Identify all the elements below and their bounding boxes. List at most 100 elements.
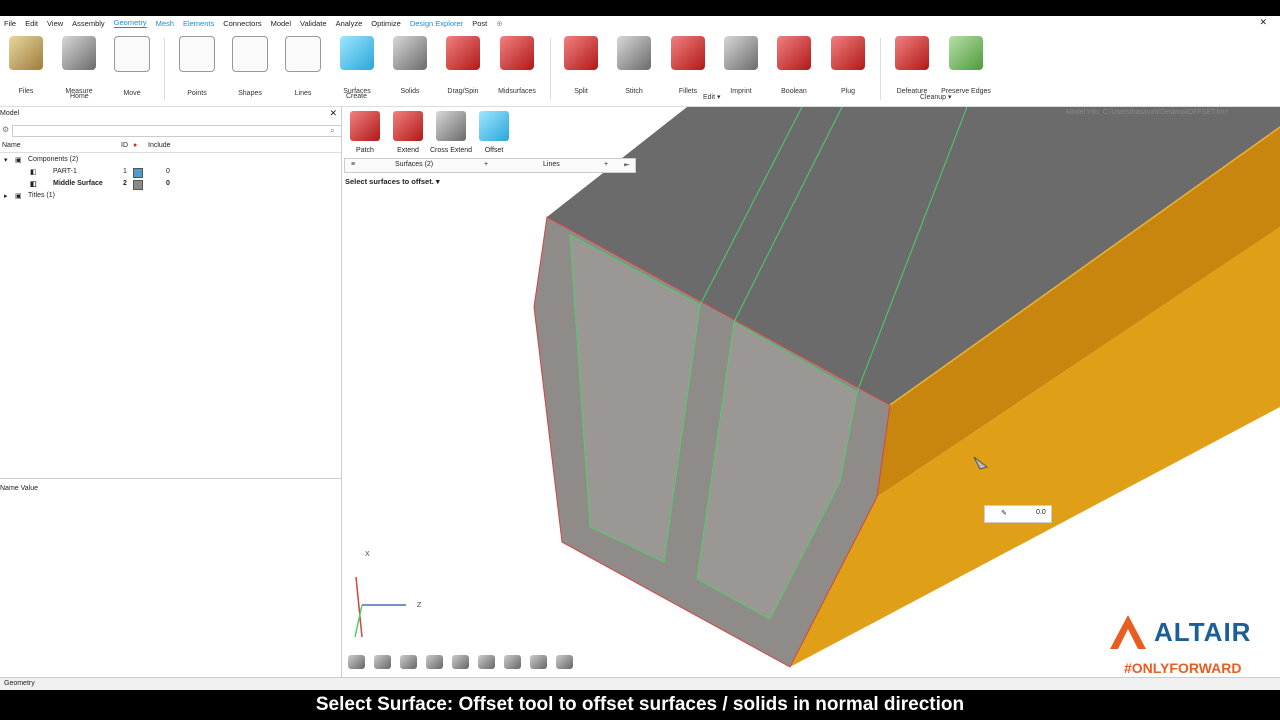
plug-tool[interactable]: Plug	[822, 36, 874, 96]
drag-spin-tool[interactable]: Drag/Spin	[437, 36, 489, 96]
view-tool-icon[interactable]	[478, 655, 495, 669]
reset-icon[interactable]: ⇤	[624, 161, 630, 169]
tree-id: 2	[123, 180, 127, 187]
color-swatch[interactable]	[133, 168, 143, 178]
search-icon[interactable]: ⌕	[330, 126, 334, 136]
color-swatch[interactable]	[133, 180, 143, 190]
tree-row-titles[interactable]: ▸ ▣ Titles (1)	[0, 190, 341, 202]
view-tool-icon[interactable]	[556, 655, 573, 669]
edit-group-label[interactable]: Edit ▾	[703, 93, 721, 101]
color-column-icon: ●	[133, 142, 138, 149]
extend-tool[interactable]: Extend	[386, 111, 430, 154]
altair-logo: ALTAIR #ONLYFORWARD	[1090, 601, 1280, 677]
model-browser-title: Model	[0, 110, 20, 117]
files-icon	[9, 36, 43, 70]
menu-post[interactable]: Post	[472, 19, 487, 28]
include-column-header[interactable]: Include	[148, 142, 171, 149]
move-tool[interactable]: Move	[106, 36, 158, 98]
patch-tool[interactable]: Patch	[343, 111, 387, 154]
surfaces-tool[interactable]: Surfaces	[331, 36, 383, 96]
menu-connectors[interactable]: Connectors	[223, 19, 261, 28]
imprint-icon	[724, 36, 758, 70]
cleanup-group-label[interactable]: Cleanup ▾	[920, 93, 952, 101]
view-tool-icon[interactable]	[426, 655, 443, 669]
expand-icon[interactable]: ▸	[4, 192, 8, 200]
tree-id: 1	[123, 168, 127, 175]
title-bar	[0, 0, 1280, 16]
view-tool-icon[interactable]	[452, 655, 469, 669]
menu-optimize[interactable]: Optimize	[371, 19, 401, 28]
edit-icon: ✎	[1001, 510, 1007, 517]
lines-selector[interactable]: Lines	[543, 161, 560, 168]
menu-elements[interactable]: Elements	[183, 19, 214, 28]
solids-tool[interactable]: Solids	[384, 36, 436, 96]
menu-edit[interactable]: Edit	[25, 19, 38, 28]
column-header: Name ID ● Include	[0, 141, 341, 153]
points-tool[interactable]: Points	[171, 36, 223, 98]
window-close-icon[interactable]: ✕	[1259, 17, 1267, 28]
boolean-tool[interactable]: Boolean	[768, 36, 820, 96]
view-tool-icon[interactable]	[504, 655, 521, 669]
stitch-tool[interactable]: Stitch	[608, 36, 660, 96]
folder-icon: ▣	[15, 157, 22, 164]
menu-geometry[interactable]: Geometry	[113, 18, 147, 28]
view-tool-icon[interactable]	[400, 655, 417, 669]
midsurfaces-tool[interactable]: Midsurfaces	[491, 36, 543, 96]
surfaces-selector[interactable]: Surfaces (2)	[395, 161, 433, 168]
menu-bar: File Edit View Assembly Geometry Mesh El…	[0, 16, 1280, 30]
id-column-header[interactable]: ID	[121, 142, 128, 149]
tree-row-components[interactable]: ▾ ▣ Components (2)	[0, 154, 341, 166]
menu-file[interactable]: File	[4, 19, 16, 28]
imprint-tool[interactable]: Imprint	[715, 36, 767, 96]
menu-validate[interactable]: Validate	[300, 19, 327, 28]
ribbon: Files Measure Move Home Points Shapes Li…	[0, 30, 1280, 107]
tree-row-part-1[interactable]: ◧ PART-1 1 0	[0, 166, 341, 178]
filter-icon[interactable]: ⚙	[2, 125, 9, 134]
expand-icon[interactable]: ▾	[4, 156, 8, 164]
x-axis-label: X	[365, 551, 370, 558]
menu-analyze[interactable]: Analyze	[336, 19, 363, 28]
defeature-icon	[895, 36, 929, 70]
plug-icon	[831, 36, 865, 70]
offset-tool[interactable]: Offset	[472, 111, 516, 154]
files-tool[interactable]: Files	[0, 36, 52, 96]
component-icon: ◧	[30, 169, 37, 176]
name-column-header[interactable]: Name	[2, 142, 21, 149]
property-view: Name Value	[0, 478, 341, 669]
divider	[880, 38, 881, 100]
menu-assembly[interactable]: Assembly	[72, 19, 105, 28]
add-icon[interactable]: +	[604, 161, 608, 168]
defeature-tool[interactable]: Defeature	[886, 36, 938, 96]
menu-icon[interactable]: ≡	[351, 161, 355, 168]
model-browser: Model ✕ ⚙ ⌕ Name ID ● Include ▾ ▣ Compon…	[0, 107, 342, 677]
view-tool-icon[interactable]	[348, 655, 365, 669]
view-tool-icon[interactable]	[374, 655, 391, 669]
offset-value-box[interactable]: ✎ 0.0	[984, 505, 1052, 523]
cross-extend-tool[interactable]: Cross Extend	[429, 111, 473, 154]
split-tool[interactable]: Split	[555, 36, 607, 96]
shapes-tool[interactable]: Shapes	[224, 36, 276, 98]
add-icon[interactable]: +	[484, 161, 488, 168]
add-tab-icon[interactable]: ⊕	[496, 19, 502, 28]
midsurfaces-icon	[500, 36, 534, 70]
create-group-label: Create	[346, 93, 368, 100]
close-icon[interactable]: ✕	[329, 108, 337, 119]
lines-tool[interactable]: Lines	[277, 36, 329, 98]
preserve-edges-tool[interactable]: Preserve Edges	[940, 36, 992, 96]
tree-row-middle-surface[interactable]: ◧ Middle Surface 2 0	[0, 178, 341, 190]
menu-view[interactable]: View	[47, 19, 63, 28]
preserve-edges-icon	[949, 36, 983, 70]
move-icon	[114, 36, 150, 72]
search-input[interactable]	[12, 125, 342, 137]
view-tool-icon[interactable]	[530, 655, 547, 669]
tree-label: Middle Surface	[53, 180, 103, 187]
video-caption: Select Surface: Offset tool to offset su…	[0, 690, 1280, 720]
shapes-icon	[232, 36, 268, 72]
measure-tool[interactable]: Measure	[53, 36, 105, 96]
graphics-viewport[interactable]	[342, 107, 1280, 677]
menu-mesh[interactable]: Mesh	[156, 19, 174, 28]
offset-value[interactable]: 0.0	[1036, 509, 1046, 516]
fillets-tool[interactable]: Fillets	[662, 36, 714, 96]
menu-model[interactable]: Model	[271, 19, 291, 28]
menu-design-explorer[interactable]: Design Explorer	[410, 19, 463, 28]
